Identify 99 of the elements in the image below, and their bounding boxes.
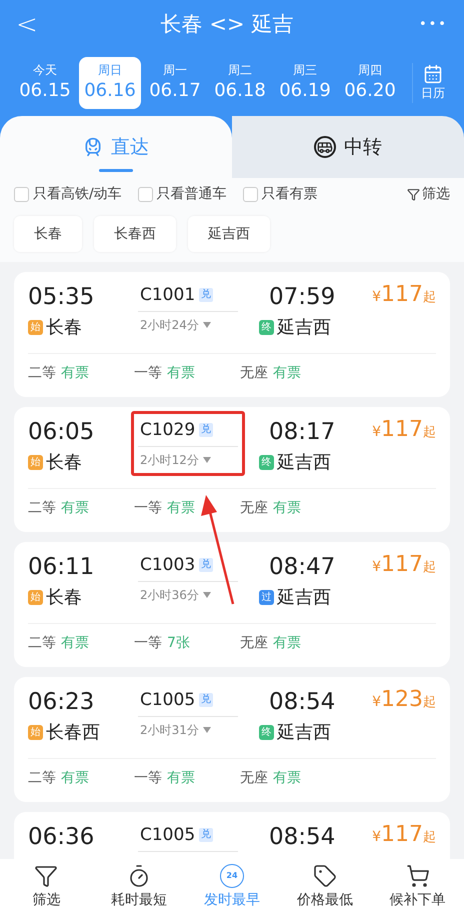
page-title: 长春 <> 延吉 — [160, 11, 294, 38]
train-number: C1001 — [140, 284, 196, 307]
station-badge: 始 — [28, 320, 43, 335]
duration: 2小时31分 — [140, 722, 199, 739]
seat-class: 二等 — [28, 499, 56, 518]
arrival-time: 07:59 — [269, 283, 336, 312]
seat-availability: 有票 — [61, 634, 89, 653]
arrival-station: 延吉西 — [277, 586, 331, 610]
nav-item[interactable]: 筛选 — [0, 864, 93, 910]
station-chip[interactable]: 延吉西 — [188, 216, 270, 252]
filter-checkbox[interactable]: 只看普通车 — [138, 184, 227, 204]
seat-class: 一等 — [134, 769, 162, 788]
departure-station: 长春西 — [46, 721, 100, 745]
seat-availability: 有票 — [61, 499, 89, 518]
seat-availability: 有票 — [273, 769, 301, 788]
bus-icon — [314, 136, 336, 158]
nav-item[interactable]: 价格最低 — [278, 864, 372, 910]
seat-availability: 有票 — [167, 364, 195, 383]
arrival-station: 延吉西 — [277, 316, 331, 340]
price: ¥117起 — [372, 822, 436, 848]
seat-class: 一等 — [134, 364, 162, 383]
departure-time: 06:36 — [28, 823, 94, 852]
seat-class: 无座 — [240, 499, 268, 518]
price: ¥117起 — [372, 417, 436, 443]
arrival-time: 08:54 — [269, 688, 336, 717]
filter-button[interactable]: 筛选 — [407, 184, 450, 204]
train-card[interactable]: 05:35 始 长春 C1001 兑 2小时24分 07:59 终 延吉西 ¥117起 二等 有票 一等 有票 无座 有票 — [14, 272, 450, 397]
station-badge: 始 — [28, 455, 43, 470]
station-badge: 终 — [259, 455, 274, 470]
seat-class: 一等 — [134, 634, 162, 653]
seat-class: 二等 — [28, 364, 56, 383]
departure-station: 长春 — [46, 316, 82, 340]
arrival-time: 08:17 — [269, 418, 336, 447]
filter-checkbox[interactable]: 只看高铁/动车 — [14, 184, 122, 204]
arrival-time: 08:54 — [269, 823, 336, 852]
station-chip[interactable]: 长春 — [14, 216, 82, 252]
train-card[interactable]: 06:23 始 长春西 C1005 兑 2小时31分 08:54 终 延吉西 ¥123起 二等 有票 一等 有票 无座 有票 — [14, 677, 450, 802]
departure-station: 长春 — [46, 451, 82, 475]
station-chip[interactable]: 长春西 — [94, 216, 176, 252]
seat-availability: 有票 — [61, 769, 89, 788]
price: ¥123起 — [372, 687, 436, 713]
station-badge: 终 — [259, 320, 274, 335]
calendar-icon — [423, 64, 443, 84]
seat-class: 二等 — [28, 634, 56, 653]
nav-item[interactable]: 候补下单 — [371, 864, 464, 910]
seat-availability: 有票 — [273, 364, 301, 383]
station-badge: 过 — [259, 590, 274, 605]
filter-icon — [407, 188, 420, 200]
exchange-badge: 兑 — [199, 423, 214, 437]
price: ¥117起 — [372, 552, 436, 578]
duration: 2小时24分 — [140, 317, 199, 334]
train-icon — [83, 137, 103, 157]
departure-time: 05:35 — [28, 283, 94, 312]
seat-class: 无座 — [240, 634, 268, 653]
train-number: C1029 — [140, 419, 196, 442]
seat-availability: 有票 — [273, 499, 301, 518]
tag-icon — [312, 864, 337, 888]
seat-class: 一等 — [134, 499, 162, 518]
seat-class: 无座 — [240, 769, 268, 788]
cart-icon — [406, 864, 430, 888]
seat-availability: 有票 — [167, 499, 195, 518]
train-card[interactable]: 06:11 始 长春 C1003 兑 2小时36分 08:47 过 延吉西 ¥117起 二等 有票 一等 7张 无座 有票 — [14, 542, 450, 667]
exchange-badge: 兑 — [199, 558, 214, 572]
departure-time: 06:23 — [28, 688, 94, 717]
duration: 2小时36分 — [140, 587, 199, 604]
arrival-station: 延吉西 — [277, 721, 331, 745]
route-tab[interactable]: 中转 — [232, 116, 464, 178]
departure-time: 06:11 — [28, 553, 94, 582]
exchange-badge: 兑 — [199, 828, 214, 842]
filter-icon — [34, 864, 58, 888]
dropdown-icon — [202, 592, 211, 598]
duration: 2小时12分 — [140, 452, 199, 469]
arrival-time: 08:47 — [269, 553, 336, 582]
exchange-badge: 兑 — [199, 288, 214, 302]
seat-availability: 有票 — [61, 364, 89, 383]
seat-availability: 7张 — [167, 634, 190, 653]
seat-availability: 有票 — [273, 634, 301, 653]
exchange-badge: 兑 — [199, 693, 214, 707]
departure-station: 长春 — [46, 586, 82, 610]
train-number: C1003 — [140, 554, 196, 577]
dropdown-icon — [202, 457, 211, 463]
seat-class: 二等 — [28, 769, 56, 788]
train-card[interactable]: 06:05 始 长春 C1029 兑 2小时12分 08:17 终 延吉西 ¥117起 二等 有票 一等 有票 无座 有票 — [14, 407, 450, 532]
departure-time: 06:05 — [28, 418, 94, 447]
seat-availability: 有票 — [167, 769, 195, 788]
clock-icon: 24 — [220, 864, 244, 888]
filter-checkbox[interactable]: 只看有票 — [242, 184, 318, 204]
train-number: C1005 — [140, 824, 196, 847]
station-badge: 终 — [259, 725, 274, 740]
price: ¥117起 — [372, 282, 436, 308]
train-card[interactable]: 06:36 C1005 兑 08:54 ¥117起 — [14, 812, 450, 859]
train-number: C1005 — [140, 689, 196, 712]
arrival-station: 延吉西 — [277, 451, 331, 475]
dropdown-icon — [202, 727, 211, 733]
nav-item[interactable]: 耗时最短 — [92, 864, 186, 910]
dropdown-icon — [202, 322, 211, 328]
station-badge: 始 — [28, 590, 43, 605]
station-badge: 始 — [28, 725, 43, 740]
seat-class: 无座 — [240, 364, 268, 383]
